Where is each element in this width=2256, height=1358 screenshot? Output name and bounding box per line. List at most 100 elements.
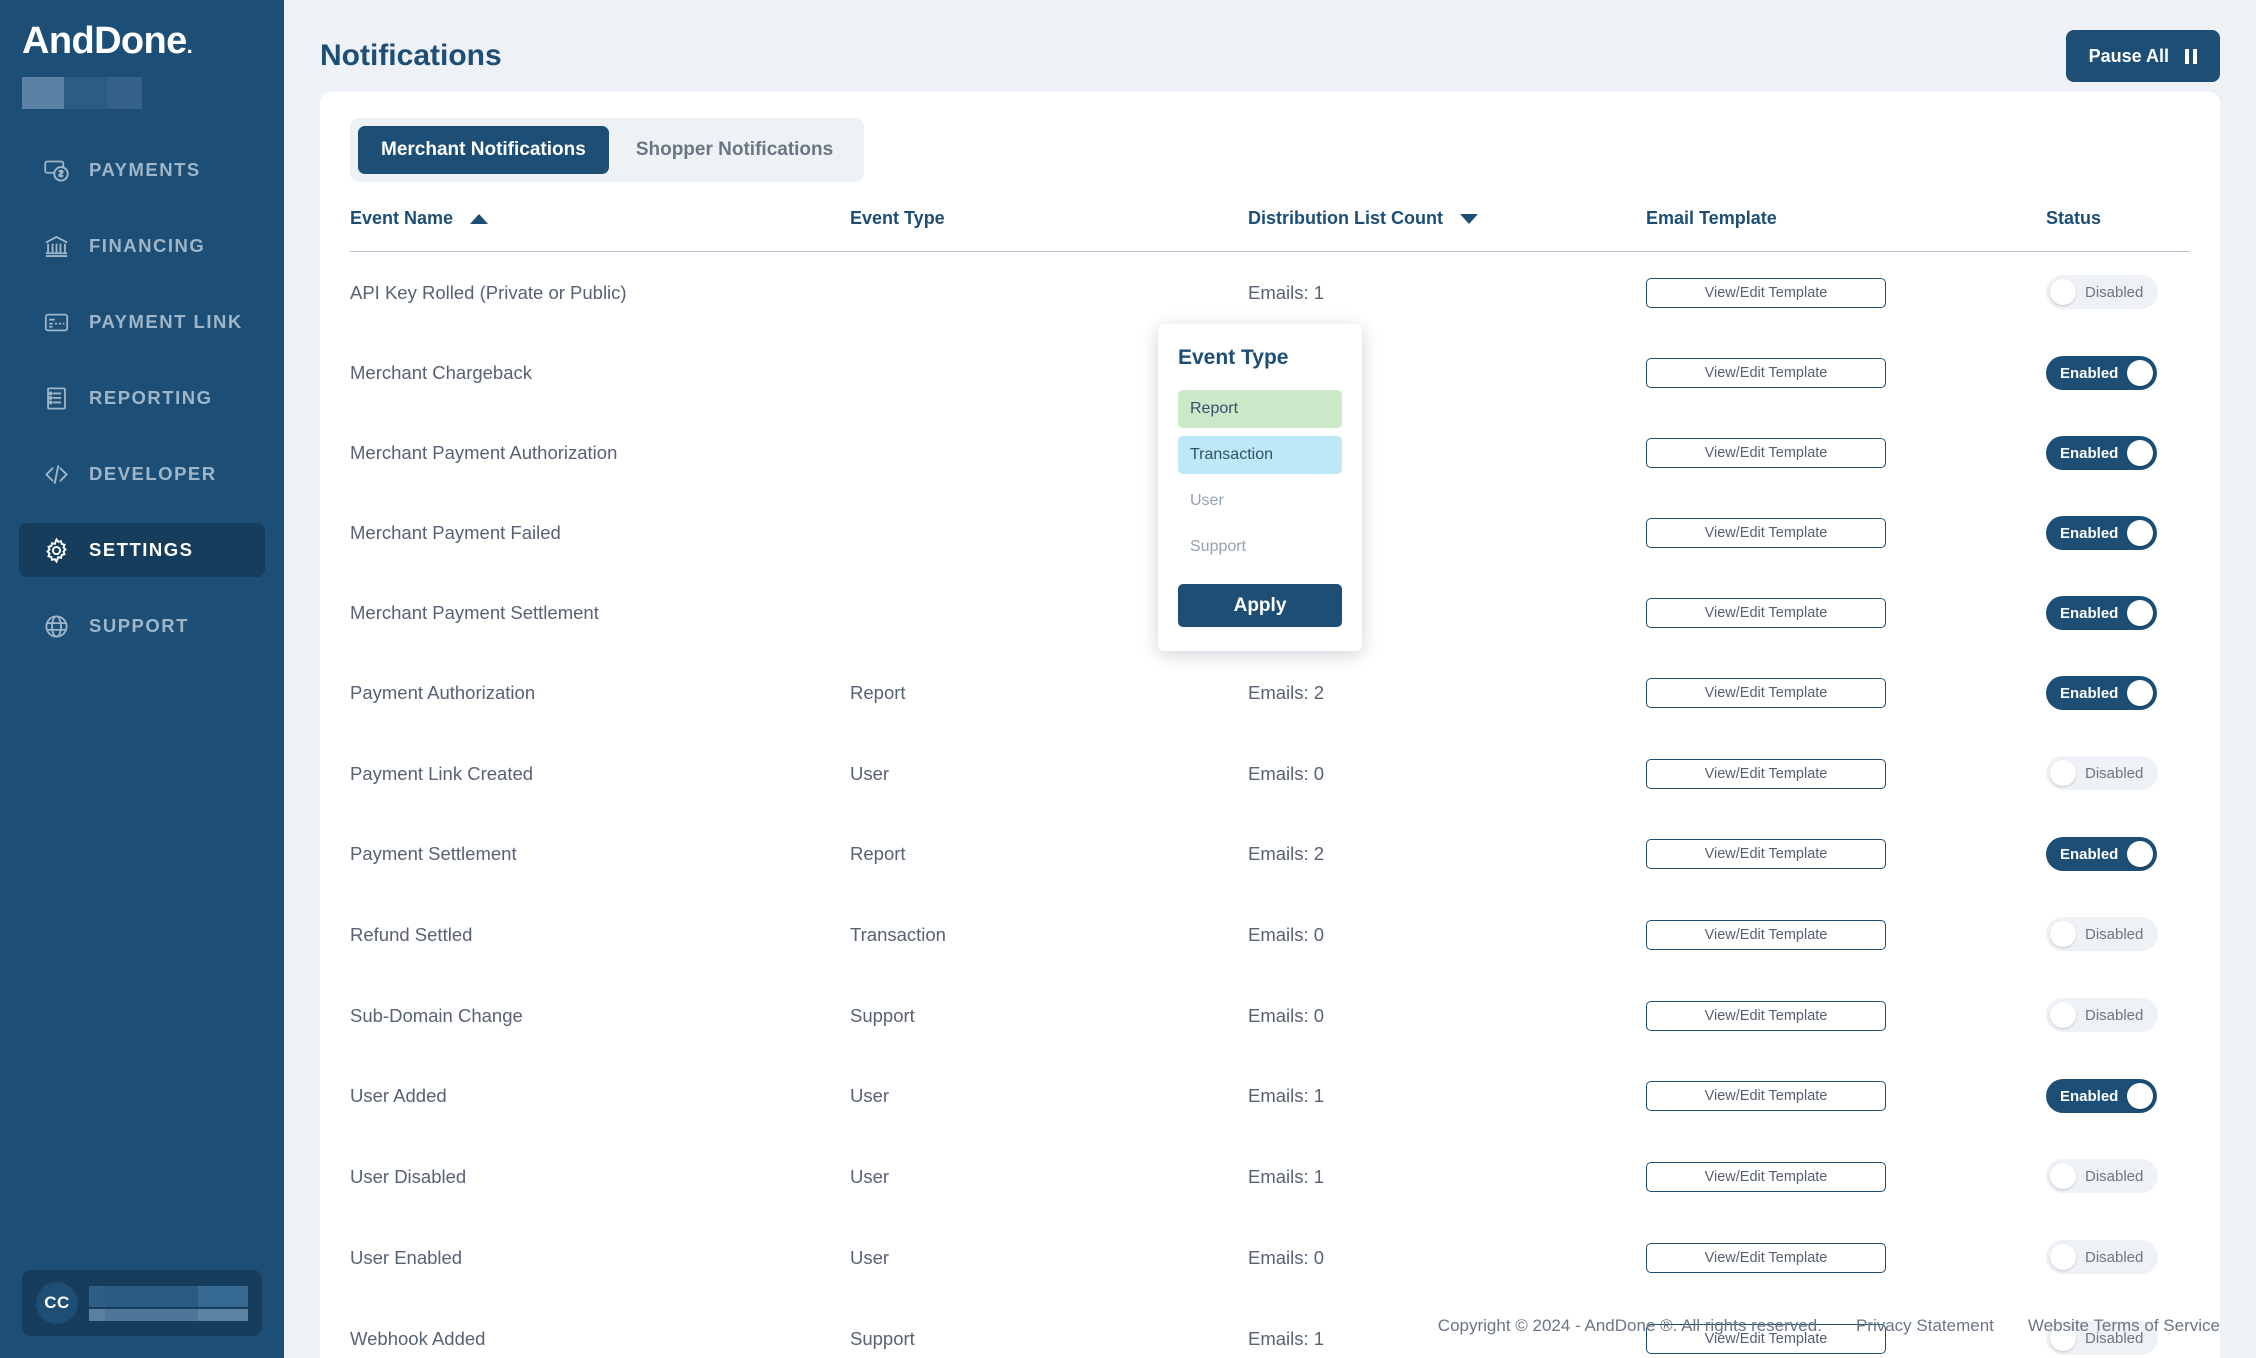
brand-bar-1	[22, 77, 64, 109]
sidebar-item-financing[interactable]: FINANCING	[19, 219, 265, 273]
view-edit-template-button[interactable]: View/Edit Template	[1646, 358, 1886, 388]
toggle-knob	[2127, 520, 2154, 546]
view-edit-template-button[interactable]: View/Edit Template	[1646, 1081, 1886, 1111]
cell-email-template: View/Edit Template	[1646, 653, 2046, 733]
view-edit-template-button[interactable]: View/Edit Template	[1646, 438, 1886, 468]
view-edit-template-button[interactable]: View/Edit Template	[1646, 919, 1886, 950]
column-header-event-type[interactable]: Event Type	[850, 208, 1248, 252]
pause-all-label: Pause All	[2088, 45, 2169, 66]
page-title: Notifications	[320, 39, 502, 72]
tab-merchant-notifications[interactable]: Merchant Notifications	[358, 126, 609, 174]
view-edit-template-button[interactable]: View/Edit Template	[1646, 518, 1886, 548]
sidebar-item-payments[interactable]: PAYMENTS	[19, 143, 265, 197]
sidebar-item-payment-link[interactable]: PAYMENT LINK	[19, 295, 265, 349]
column-header-distribution-list-count[interactable]: Distribution List Count	[1248, 208, 1646, 252]
cell-event-name: Merchant Payment Failed	[350, 522, 561, 543]
status-toggle[interactable]: Enabled	[2046, 676, 2158, 710]
column-label: Distribution List Count	[1248, 208, 1443, 228]
notification-tabs: Merchant Notifications Shopper Notificat…	[350, 118, 865, 182]
cell-event-type	[850, 252, 1248, 334]
status-toggle[interactable]: Enabled	[2046, 436, 2158, 470]
dropdown-option-support[interactable]: Support	[1178, 528, 1342, 566]
cell-status: Enabled	[2046, 493, 2190, 573]
card-icon	[41, 307, 71, 337]
view-edit-template-button[interactable]: View/Edit Template	[1646, 1000, 1886, 1031]
view-edit-template-button[interactable]: View/Edit Template	[1646, 1242, 1886, 1273]
view-edit-template-button[interactable]: View/Edit Template	[1646, 598, 1886, 628]
table-row: Refund Settled Transaction Emails: 0 View/E…	[350, 894, 2190, 975]
pause-all-button[interactable]: Pause All	[2065, 30, 2220, 82]
cell-email-template: View/Edit Template	[1646, 573, 2046, 653]
status-toggle[interactable]: Disabled	[2046, 1240, 2159, 1274]
cell-status: Disabled	[2046, 1217, 2190, 1298]
user-account-card[interactable]: CC	[22, 1270, 262, 1336]
status-toggle[interactable]: Disabled	[2046, 756, 2159, 790]
status-toggle[interactable]: Enabled	[2046, 837, 2158, 871]
cell-event-name: API Key Rolled (Private or Public)	[350, 281, 627, 303]
dropdown-option-report[interactable]: Report	[1178, 390, 1342, 428]
cell-event-type: User	[850, 1165, 890, 1187]
cell-email-template: View/Edit Template	[1646, 1056, 2046, 1136]
column-header-status: Status	[2046, 208, 2190, 252]
status-badge: Enabled	[2060, 364, 2119, 382]
status-toggle[interactable]: Disabled	[2046, 1159, 2159, 1193]
dropdown-option-transaction[interactable]: Transaction	[1178, 436, 1342, 474]
status-toggle[interactable]: Enabled	[2046, 516, 2158, 550]
report-icon	[41, 383, 71, 413]
code-icon	[41, 459, 71, 489]
cell-event-type: User	[850, 1246, 890, 1268]
cell-status: Disabled	[2046, 252, 2190, 334]
view-edit-template-button[interactable]: View/Edit Template	[1646, 839, 1886, 869]
status-toggle[interactable]: Disabled	[2046, 275, 2159, 309]
sidebar-item-reporting[interactable]: REPORTING	[19, 371, 265, 425]
status-toggle[interactable]: Enabled	[2046, 1079, 2158, 1113]
toggle-knob	[2050, 279, 2076, 305]
column-header-event-name[interactable]: Event Name	[350, 208, 850, 252]
status-toggle[interactable]: Disabled	[2046, 917, 2159, 951]
view-edit-template-button[interactable]: View/Edit Template	[1646, 277, 1886, 308]
dropdown-option-user[interactable]: User	[1178, 482, 1342, 520]
status-badge: Disabled	[2085, 1006, 2144, 1024]
status-badge: Disabled	[2085, 764, 2144, 782]
cell-email-template: View/Edit Template	[1646, 1136, 2046, 1217]
sidebar-item-settings[interactable]: SETTINGS	[19, 523, 265, 577]
sidebar-item-label: SUPPORT	[89, 615, 189, 636]
brand-logo[interactable]: AndDone.	[0, 0, 284, 60]
table-row: Sub-Domain Change Support Emails: 0 View/Ed…	[350, 975, 2190, 1056]
toggle-knob	[2127, 841, 2154, 867]
cell-event-type: Transaction	[850, 923, 946, 945]
view-edit-template-button[interactable]: View/Edit Template	[1646, 1161, 1886, 1192]
status-toggle[interactable]: Disabled	[2046, 998, 2159, 1032]
toggle-knob	[2127, 680, 2154, 706]
toggle-knob	[2050, 1002, 2076, 1028]
privacy-statement-link[interactable]: Privacy Statement	[1856, 1316, 1994, 1336]
cell-distribution-list-count: Emails: 2	[1248, 682, 1325, 703]
sort-ascending-icon[interactable]	[470, 213, 489, 224]
tab-shopper-notifications[interactable]: Shopper Notifications	[613, 126, 856, 174]
table-row: User Enabled User Emails: 0 View/Edit Templ…	[350, 1217, 2190, 1298]
column-label: Status	[2046, 208, 2102, 228]
toggle-knob	[2127, 360, 2154, 386]
sidebar-item-developer[interactable]: DEVELOPER	[19, 447, 265, 501]
cell-email-template: View/Edit Template	[1646, 333, 2046, 413]
status-toggle[interactable]: Enabled	[2046, 596, 2158, 630]
cell-distribution-list-count: Emails: 1	[1248, 1165, 1325, 1187]
status-badge: Enabled	[2060, 1087, 2119, 1105]
sidebar-item-support[interactable]: SUPPORT	[19, 599, 265, 653]
sort-descending-icon[interactable]	[1459, 213, 1478, 224]
sidebar-item-label: DEVELOPER	[89, 463, 217, 484]
status-toggle[interactable]: Enabled	[2046, 356, 2158, 390]
cell-event-name: Merchant Chargeback	[350, 362, 533, 383]
status-badge: Disabled	[2085, 1167, 2144, 1185]
apply-filter-button[interactable]: Apply	[1178, 584, 1342, 627]
view-edit-template-button[interactable]: View/Edit Template	[1646, 678, 1886, 708]
view-edit-template-button[interactable]: View/Edit Template	[1646, 758, 1886, 789]
terms-of-service-link[interactable]: Website Terms of Service	[2028, 1316, 2220, 1336]
user-email-redacted	[89, 1308, 248, 1321]
app-root: AndDone. PAYMENTS FINANCING PAYMENT LINK…	[0, 0, 2256, 1358]
cell-distribution-list-count: Emails: 0	[1248, 923, 1325, 945]
cell-email-template: View/Edit Template	[1646, 252, 2046, 334]
status-badge: Enabled	[2060, 444, 2119, 462]
column-label: Event Type	[850, 208, 945, 228]
globe-icon	[41, 611, 71, 641]
